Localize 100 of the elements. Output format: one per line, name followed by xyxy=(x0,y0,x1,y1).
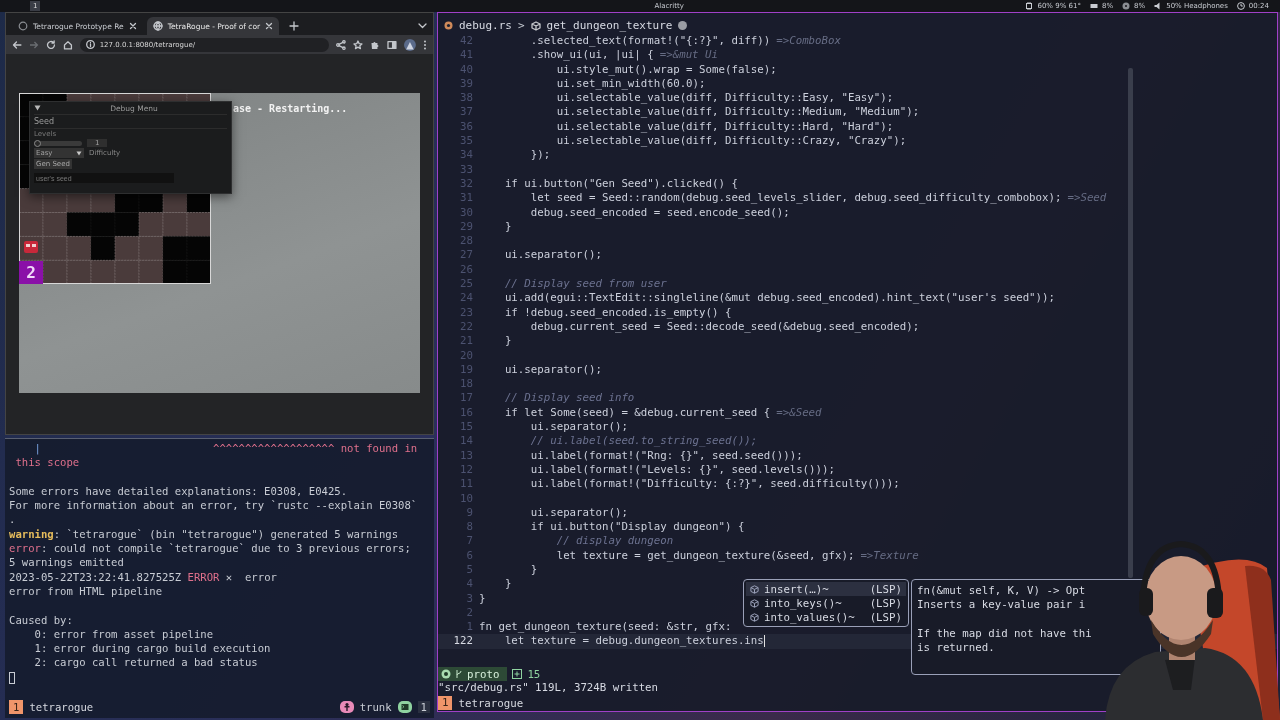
line-number: 33 xyxy=(459,162,473,177)
terminal-line: warning: `tetrarogue` (bin "tetrarogue") generated 5 warnings xyxy=(9,527,399,540)
speaker-icon xyxy=(1154,2,1163,10)
code-line: // display dungeon xyxy=(555,534,674,549)
terminal-line: Some errors have detailed explanations: E0308, E0425. xyxy=(9,484,348,497)
code-line: let texture = debug.dungeon_textures.ins xyxy=(503,634,764,649)
terminal-line: 5 warnings emitted xyxy=(9,556,124,569)
line-number: 35 xyxy=(459,134,473,149)
person-icon xyxy=(339,701,354,713)
code-line: ui.label(format!("Levels: {}", seed.levels())); xyxy=(529,462,835,478)
line-number: 12 xyxy=(459,462,473,478)
code-line: let seed = Seed::random(debug.seed_levels_slider, debug.seed_difficulty_combobox); xyxy=(529,191,1062,206)
terminal-line: 2: cargo call returned a bad status xyxy=(33,656,258,669)
terminal-line: 2023-05-22T23:22:41.827525Z ERROR ✕ error xyxy=(9,570,277,583)
terminal-line: 1: error during cargo build execution xyxy=(33,642,271,655)
line-number: 21 xyxy=(459,334,473,349)
line-number: 6 xyxy=(465,548,473,563)
slider-thumb[interactable] xyxy=(34,139,41,147)
code-line: ui.selectable_value(diff, Difficulty::Crazy, "Crazy"); xyxy=(555,134,907,149)
breadcrumb-separator: > xyxy=(518,19,525,32)
code-line: debug.seed_encoded = seed.encode_seed(); xyxy=(529,205,790,220)
pane-count: 1 xyxy=(417,701,430,713)
line-number: 20 xyxy=(459,348,473,363)
share-icon[interactable] xyxy=(336,39,347,50)
cube-icon xyxy=(530,20,541,31)
close-icon[interactable] xyxy=(265,22,274,30)
line-number: 5 xyxy=(465,563,473,578)
terminal-line: Caused by: xyxy=(9,613,73,626)
close-icon[interactable] xyxy=(128,22,137,30)
line-number: 38 xyxy=(459,91,473,106)
collapse-icon[interactable] xyxy=(34,105,41,111)
menu-icon[interactable] xyxy=(423,39,427,50)
line-number: 36 xyxy=(459,119,473,135)
completion-source: (LSP) xyxy=(869,596,902,610)
code-line: ui.style_mut().wrap = Some(false); xyxy=(555,62,777,77)
session-name: trunk xyxy=(359,701,392,713)
line-number: 16 xyxy=(459,405,473,420)
chevron-icon[interactable] xyxy=(418,23,427,29)
line-number: 25 xyxy=(459,277,473,292)
window-index-badge: 1 xyxy=(9,700,24,714)
inlay-hint: =>&Seed xyxy=(776,405,822,420)
line-number: 122 xyxy=(452,634,473,649)
globe-icon xyxy=(152,21,163,31)
new-tab-icon[interactable] xyxy=(289,21,300,31)
line-number: 41 xyxy=(459,48,473,63)
doc-text: fn(&mut self, K, V) -> Opt xyxy=(917,584,1087,599)
sidebar-icon[interactable] xyxy=(387,39,398,50)
loading-icon xyxy=(18,21,28,31)
branch-name: proto xyxy=(467,667,500,681)
line-number: 11 xyxy=(459,477,473,492)
line-number: 24 xyxy=(459,291,473,306)
line-number: 26 xyxy=(459,262,473,278)
cube-icon xyxy=(750,598,759,608)
completion-item[interactable]: into_keys()~ (LSP) xyxy=(746,596,906,610)
code-line: debug.current_seed = Seed::decode_seed(&debug.seed_encoded); xyxy=(529,319,920,335)
avatar-icon[interactable] xyxy=(404,38,416,51)
completion-source: (LSP) xyxy=(869,610,902,624)
doc-text: is returned. xyxy=(917,641,996,656)
inlay-hint: =>Texture xyxy=(860,548,919,563)
line-number: 13 xyxy=(459,448,473,463)
line-number: 19 xyxy=(459,362,473,378)
code-line: ui.selectable_value(diff, Difficulty::Medium, "Medium"); xyxy=(555,105,920,120)
status-message: "src/debug.rs" 119L, 3724B written xyxy=(438,681,660,695)
back-icon[interactable] xyxy=(12,39,22,50)
text-cursor xyxy=(763,635,765,648)
line-number: 32 xyxy=(459,176,473,192)
code-line: fn get_dungeon_texture(seed: &str, gfx: xyxy=(479,620,732,635)
line-number: 23 xyxy=(459,305,473,320)
code-line: } xyxy=(479,591,486,606)
line-number: 31 xyxy=(459,191,473,206)
completion-item[interactable]: into_values()~ (LSP) xyxy=(746,610,906,624)
level-badge: 2 xyxy=(19,261,43,284)
target-icon xyxy=(441,669,451,679)
doc-text: If the map did not have thi xyxy=(917,626,1093,642)
line-number: 1 xyxy=(465,620,473,635)
code-line: ui.selectable_value(diff, Difficulty::Hard, "Hard"); xyxy=(555,119,894,135)
completion-item[interactable]: insert(…)~ (LSP) xyxy=(746,582,906,596)
line-number: 4 xyxy=(465,577,473,592)
line-number: 10 xyxy=(459,491,473,506)
line-number: 28 xyxy=(459,234,473,249)
breadcrumb-item[interactable]: get_dungeon_texture xyxy=(546,19,673,32)
home-icon[interactable] xyxy=(62,39,73,50)
section-heading: Seed xyxy=(34,116,227,129)
code-line: if let Some(seed) = &debug.current_seed { xyxy=(503,405,771,420)
breadcrumb-item[interactable]: debug.rs xyxy=(459,19,512,32)
star-icon[interactable] xyxy=(353,39,364,50)
file-icon xyxy=(444,21,453,30)
plus-square-icon xyxy=(512,669,523,679)
scrollbar[interactable] xyxy=(1128,68,1133,578)
code-line: // Display seed info xyxy=(503,391,635,406)
window-name: tetrarogue xyxy=(458,696,524,710)
code-line: ui.selectable_value(diff, Difficulty::Easy, "Easy"); xyxy=(555,91,894,106)
terminal-icon xyxy=(397,701,412,713)
line-number: 40 xyxy=(459,62,473,77)
levels-slider[interactable] xyxy=(34,140,82,146)
code-line: .show_ui(ui, |ui| { xyxy=(529,48,654,63)
line-number: 14 xyxy=(459,434,473,449)
code-line: ui.separator(); xyxy=(529,505,628,521)
reload-icon[interactable] xyxy=(45,39,56,50)
inlay-hint: =>ComboBox xyxy=(776,34,841,49)
